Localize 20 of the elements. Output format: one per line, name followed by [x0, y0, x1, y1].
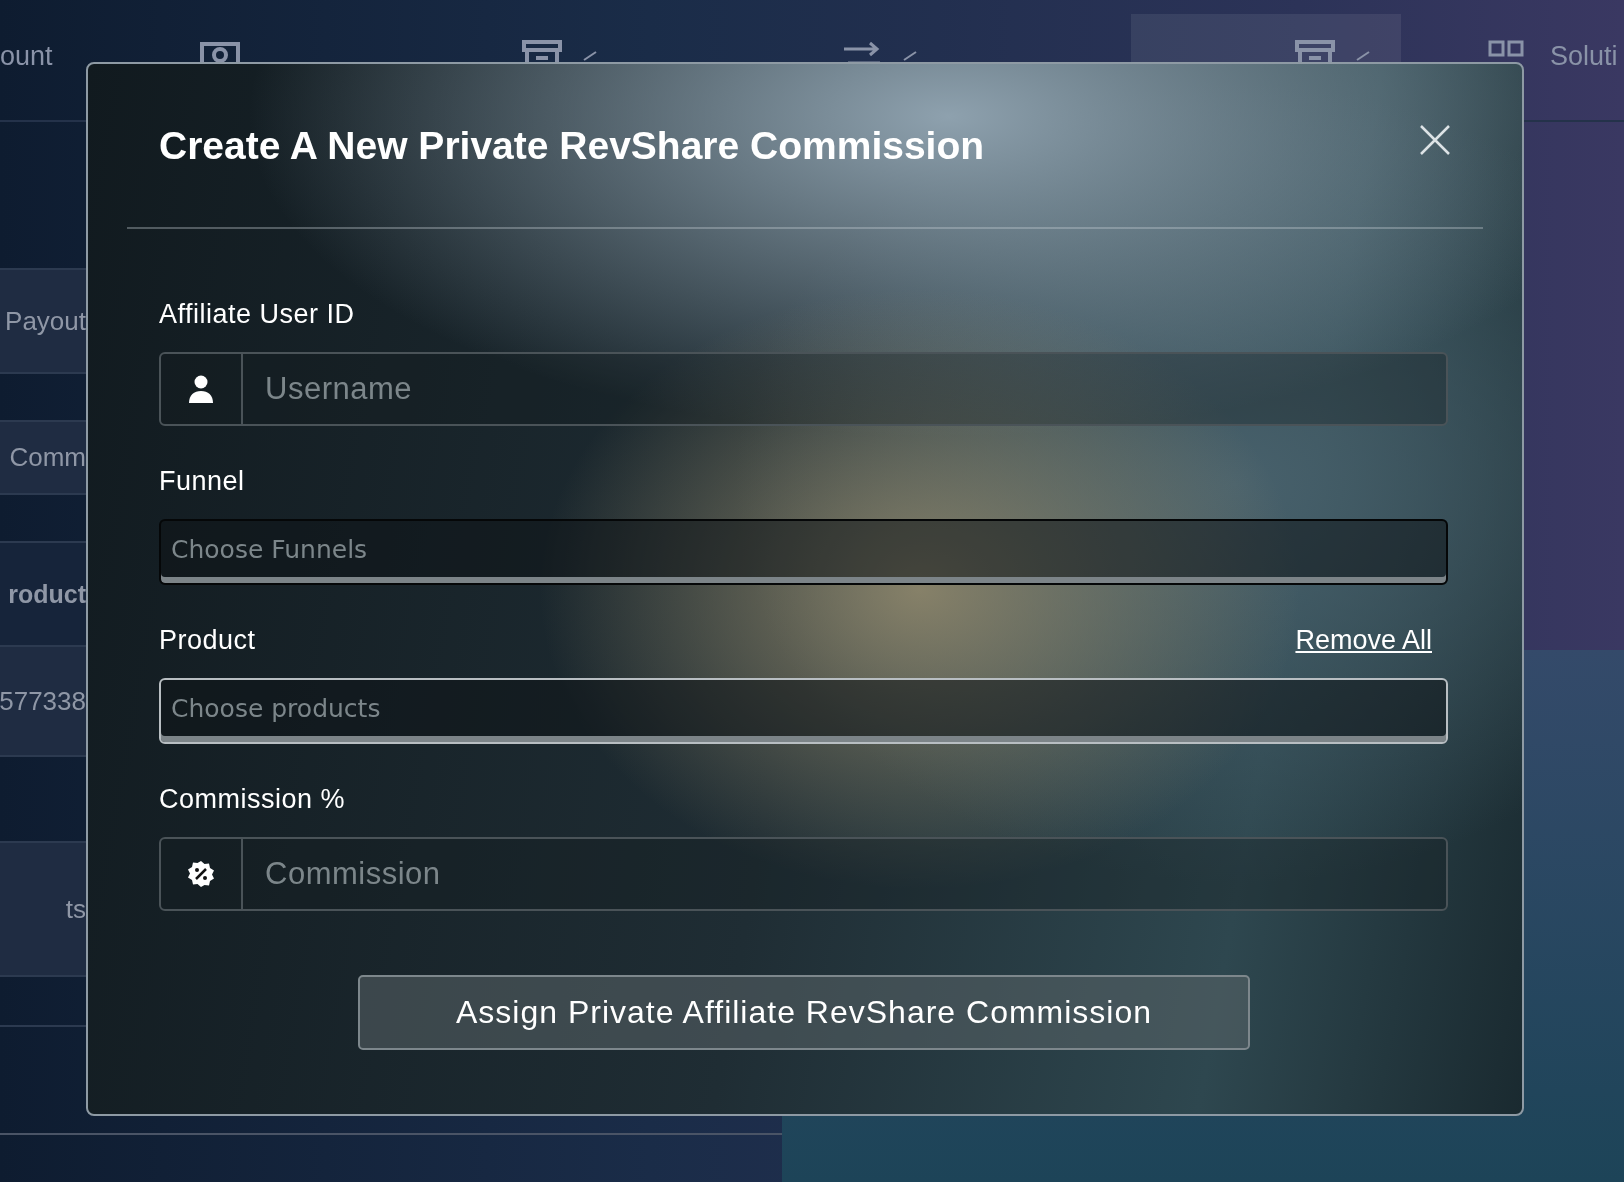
nav-tab[interactable]: Soluti: [1488, 14, 1618, 120]
grid-icon: [1488, 40, 1524, 58]
remove-all-link[interactable]: Remove All: [1295, 625, 1432, 656]
assign-button[interactable]: Assign Private Affiliate RevShare Commission: [358, 975, 1250, 1050]
column-header: roduct: [8, 579, 86, 609]
field-label: Affiliate User ID: [159, 299, 355, 330]
field-label: Funnel: [159, 466, 245, 497]
select-field[interactable]: Choose products: [159, 678, 1448, 744]
nav-tab[interactable]: ount: [0, 14, 53, 120]
table-cell: 577338: [0, 685, 86, 717]
dialog-title: Create A New Private RevShare Commission: [159, 124, 985, 168]
select-field[interactable]: Choose Funnels: [159, 519, 1448, 585]
table-cell: Comm: [9, 442, 86, 473]
field-label: Product: [159, 625, 256, 656]
close-button[interactable]: [1419, 124, 1451, 156]
percent-badge-icon: [187, 860, 215, 888]
table-cell: ts: [65, 893, 86, 925]
table-cell: Payout: [5, 305, 86, 337]
person-icon: [188, 375, 214, 403]
field-label: Commission %: [159, 784, 346, 815]
